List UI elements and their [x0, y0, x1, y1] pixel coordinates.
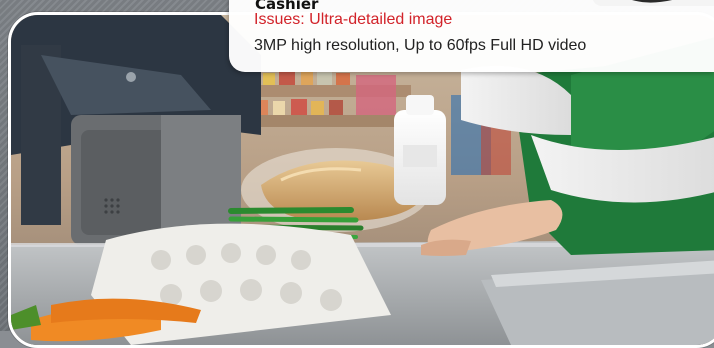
camera-icon [592, 0, 714, 6]
caption-description: 3MP high resolution, Up to 60fps Full HD… [254, 37, 587, 54]
caption-card: Cashier Issues: Ultra-detailed image 3MP… [229, 0, 714, 72]
caption-issue: Issues: Ultra-detailed image [254, 11, 453, 28]
